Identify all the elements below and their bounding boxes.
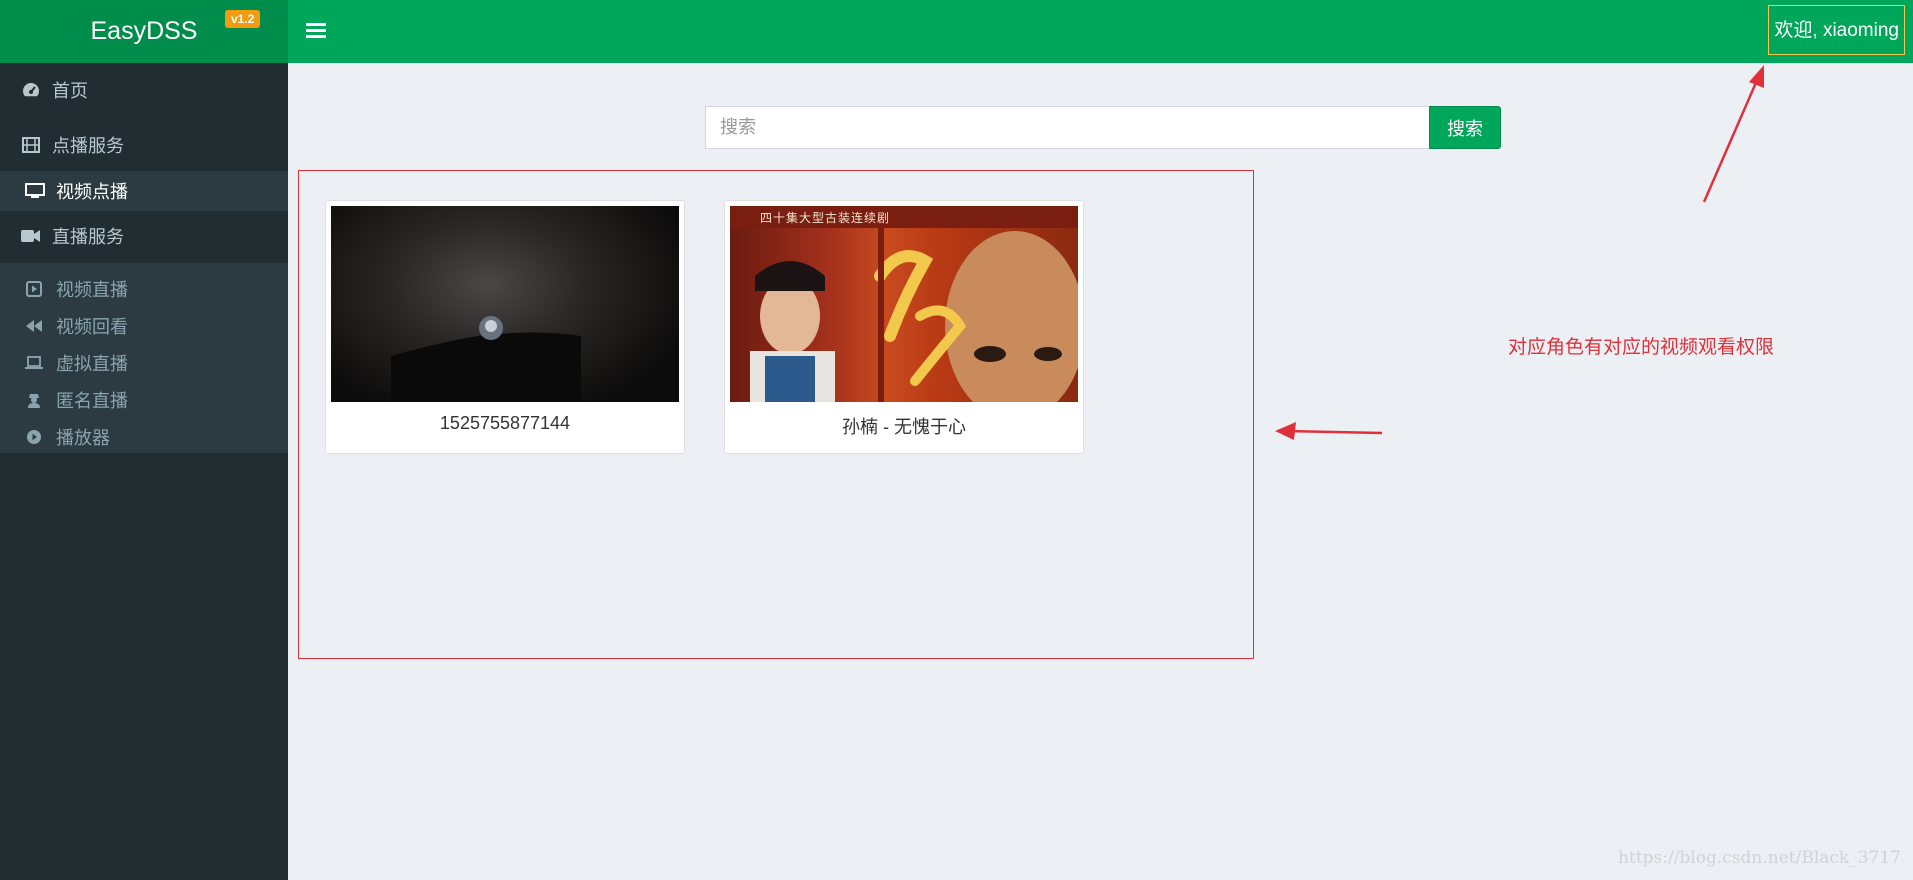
sidebar-item-label: 视频回看 [56, 317, 128, 338]
live-submenu: 视频直播 视频回看 虚拟直播 匿名直播 播放器 [0, 263, 288, 453]
sidebar-item-label: 播放器 [56, 428, 110, 449]
arrow-to-content [1275, 422, 1383, 440]
play-circle-icon [24, 427, 44, 447]
search-button[interactable]: 搜索 [1429, 106, 1501, 149]
sidebar-item-label: 视频点播 [56, 182, 128, 203]
video-title: 孙楠 - 无愧于心 [842, 417, 966, 437]
film-icon [20, 134, 42, 156]
top-navbar: 欢迎, xiaoming [288, 0, 1913, 63]
sidebar-item-video-live[interactable]: 视频直播 [0, 271, 288, 307]
video-card[interactable]: 四十集大型古装连续剧 孙楠 - 无愧于心 [724, 200, 1084, 454]
sidebar-item-virtual-live[interactable]: 虚拟直播 [0, 345, 288, 381]
sidebar-item-vod-service[interactable]: 点播服务 [0, 125, 288, 165]
sidebar-item-video-playback[interactable]: 视频回看 [0, 308, 288, 344]
version-badge: v1.2 [225, 10, 261, 28]
user-secret-icon [24, 390, 44, 410]
sidebar: 首页 点播服务 视频点播 直播服务 视频直播 视频回看 虚拟直播 匿名直播 播放… [0, 63, 288, 880]
arrow-to-user [1702, 65, 1764, 203]
play-square-icon [24, 279, 44, 299]
sidebar-item-label: 首页 [52, 81, 88, 102]
sidebar-item-anonymous-live[interactable]: 匿名直播 [0, 382, 288, 418]
monitor-icon [24, 180, 46, 202]
sidebar-item-live-service[interactable]: 直播服务 [0, 216, 288, 256]
video-title: 1525755877144 [439, 413, 571, 433]
dashboard-icon [20, 79, 42, 101]
poster-caption: 四十集大型古装连续剧 [760, 211, 891, 225]
backward-icon [24, 316, 44, 336]
sidebar-item-video-vod[interactable]: 视频点播 [0, 171, 288, 211]
laptop-icon [24, 353, 44, 373]
sidebar-item-label: 虚拟直播 [56, 354, 128, 375]
video-thumbnail: 四十集大型古装连续剧 [730, 206, 1078, 402]
video-card[interactable]: 1525755877144 [325, 200, 685, 454]
sidebar-item-label: 点播服务 [52, 136, 124, 157]
search-input[interactable] [705, 106, 1430, 149]
sidebar-item-label: 匿名直播 [56, 391, 128, 412]
video-camera-icon [20, 225, 42, 247]
sidebar-item-label: 直播服务 [52, 227, 124, 248]
menu-toggle-icon[interactable] [306, 20, 326, 42]
user-welcome-menu[interactable]: 欢迎, xiaoming [1768, 5, 1905, 55]
annotation-text: 对应角色有对应的视频观看权限 [1508, 336, 1775, 358]
sidebar-item-home[interactable]: 首页 [0, 70, 288, 110]
watermark: https://blog.csdn.net/Black_3717 [1618, 848, 1901, 868]
video-thumbnail [331, 206, 679, 402]
sidebar-item-label: 视频直播 [56, 280, 128, 301]
logo-bar: EasyDSS v1.2 [0, 0, 288, 63]
sidebar-item-player[interactable]: 播放器 [0, 419, 288, 455]
